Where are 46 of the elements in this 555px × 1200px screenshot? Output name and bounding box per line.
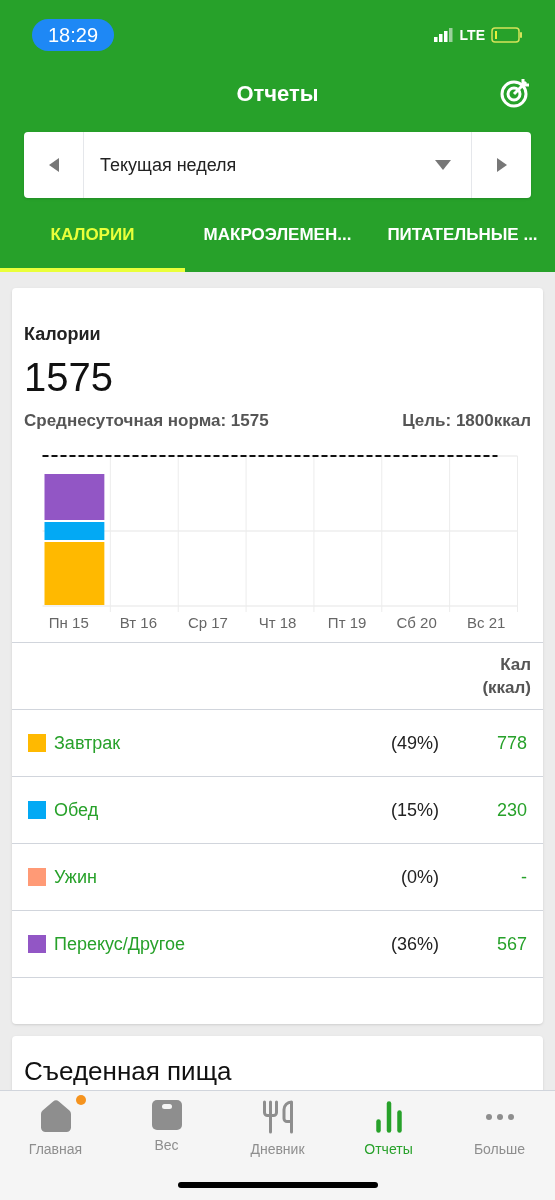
meal-calories: 778 [495, 732, 527, 755]
period-value: Текущая неделя [99, 154, 238, 177]
meal-calories: 567 [495, 933, 527, 956]
target-icon[interactable] [499, 77, 531, 109]
day-label: Чт 18 [258, 612, 297, 633]
column-header: Кал (ккал) [481, 653, 531, 699]
meal-name[interactable]: Завтрак [54, 729, 359, 757]
screen-title: Отчеты [236, 79, 319, 108]
nav-tab[interactable]: Вес [111, 1099, 222, 1159]
more-icon [485, 1114, 514, 1120]
report-tab[interactable]: КАЛОРИИ [0, 202, 185, 272]
meal-percent: (36%) [390, 933, 439, 956]
report-tab[interactable]: МАКРОЭЛЕМЕН... [185, 202, 370, 272]
meal-percent: (49%) [390, 732, 439, 755]
day-label: Вт 16 [119, 612, 157, 633]
day-label: Вс 21 [467, 612, 506, 633]
nav-tab[interactable]: Отчеты [333, 1099, 444, 1159]
day-label: Сб 20 [396, 612, 437, 633]
card-title: Калории [24, 323, 102, 346]
network-label: LTE [459, 26, 485, 45]
scale-icon [150, 1099, 183, 1131]
period-selector[interactable]: Текущая неделя [24, 132, 531, 198]
meal-percent: (15%) [390, 799, 439, 822]
meal-name[interactable]: Перекус/Другое [54, 930, 359, 958]
nav-tab[interactable]: Дневник [222, 1099, 333, 1159]
calories-total: 1575 [24, 354, 114, 401]
day-label: Пт 19 [327, 612, 367, 633]
next-arrow-icon[interactable] [496, 158, 507, 172]
day-label: Ср 17 [187, 612, 228, 633]
meal-percent: (0%) [400, 866, 439, 889]
meal-name[interactable]: Обед [54, 796, 359, 824]
daily-average: Среднесуточная норма: 1575 [24, 410, 269, 432]
report-tab[interactable]: ПИТАТЕЛЬНЫЕ ... [370, 202, 555, 272]
day-label: Пн 15 [48, 612, 89, 633]
nav-tab[interactable]: Больше [444, 1099, 555, 1159]
meal-calories: 230 [495, 799, 527, 822]
nav-tab[interactable]: Главная [0, 1099, 111, 1159]
battery-icon [491, 27, 523, 43]
status-time: 18:29 [32, 19, 115, 51]
card-title: Съеденная пища [24, 1056, 232, 1086]
meal-name[interactable]: Ужин [54, 863, 359, 891]
previous-arrow-icon[interactable] [48, 158, 59, 172]
meal-calories: - [520, 866, 527, 889]
dropdown-caret-icon[interactable] [435, 160, 451, 170]
calorie-goal: Цель: 1800ккал [402, 410, 531, 432]
signal-icon [433, 28, 454, 42]
